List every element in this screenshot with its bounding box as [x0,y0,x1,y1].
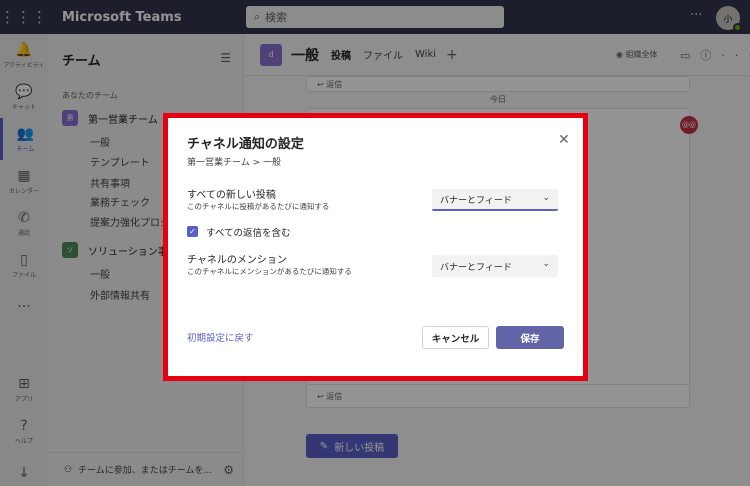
dialog-title: チャネル通知の設定 [187,137,304,152]
all-posts-value: バナーとフィード [440,195,512,206]
mentions-label: チャネルのメンション [187,255,287,266]
chevron-down-icon: ⌄ [542,259,550,269]
include-replies-checkbox[interactable]: ✓ [187,226,198,237]
channel-notification-dialog: チャネル通知の設定 ✕ 第一営業チーム > 一般 すべての新しい投稿 このチャネ… [168,118,583,376]
mentions-value: バナーとフィード [440,262,512,273]
all-posts-description: このチャネルに投稿があるたびに通知する [187,202,330,211]
cancel-button[interactable]: キャンセル [422,326,489,349]
chevron-down-icon: ⌄ [542,193,550,203]
save-button[interactable]: 保存 [496,326,564,349]
all-posts-select[interactable]: バナーとフィード ⌄ [432,189,558,211]
breadcrumb: 第一営業チーム > 一般 [187,158,281,168]
close-icon[interactable]: ✕ [558,132,570,148]
mentions-description: このチャネルにメンションがあるたびに通知する [187,267,352,276]
mentions-select[interactable]: バナーとフィード ⌄ [432,255,558,277]
reset-defaults-link[interactable]: 初期設定に戻す [187,330,254,344]
include-replies-label: すべての返信を含む [206,228,291,239]
all-posts-label: すべての新しい投稿 [187,190,276,201]
check-icon: ✓ [189,227,196,236]
